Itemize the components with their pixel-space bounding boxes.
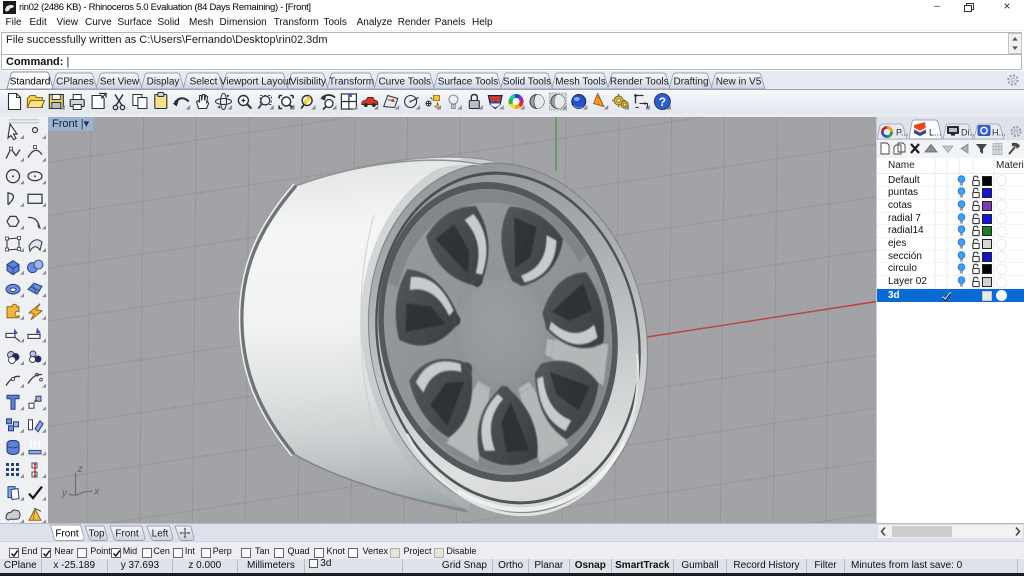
svg-text:H...: H... xyxy=(992,128,1006,138)
svg-text:P...: P... xyxy=(896,128,908,138)
svg-text:Visibility: Visibility xyxy=(290,77,326,88)
svg-text:Transform: Transform xyxy=(329,77,374,88)
svg-text:Mesh Tools: Mesh Tools xyxy=(555,77,605,88)
svg-text:Render Tools: Render Tools xyxy=(610,77,669,88)
svg-text:z: z xyxy=(77,464,83,475)
svg-text:Set View: Set View xyxy=(100,77,140,88)
svg-text:y: y xyxy=(61,488,68,499)
svg-text:L...: L... xyxy=(929,128,942,138)
svg-text:Solid Tools: Solid Tools xyxy=(503,77,551,88)
svg-text:Surface Tools: Surface Tools xyxy=(438,77,498,88)
svg-text:Top: Top xyxy=(88,529,105,540)
svg-text:Left: Left xyxy=(152,529,169,540)
svg-text:Front: Front xyxy=(55,529,79,540)
svg-text:Select: Select xyxy=(190,77,218,88)
svg-text:Front: Front xyxy=(115,529,139,540)
svg-text:x: x xyxy=(93,487,100,498)
svg-text:New in V5: New in V5 xyxy=(716,77,762,88)
svg-text:Curve Tools: Curve Tools xyxy=(378,77,431,88)
svg-text:Display: Display xyxy=(147,77,180,88)
svg-text:Standard: Standard xyxy=(10,77,51,88)
svg-text:Di..: Di.. xyxy=(961,128,975,138)
svg-text:Drafting: Drafting xyxy=(673,77,708,88)
svg-text:Viewport Layout: Viewport Layout xyxy=(220,77,292,88)
svg-text:CPlanes: CPlanes xyxy=(56,77,94,88)
svg-text:?: ? xyxy=(659,95,666,109)
